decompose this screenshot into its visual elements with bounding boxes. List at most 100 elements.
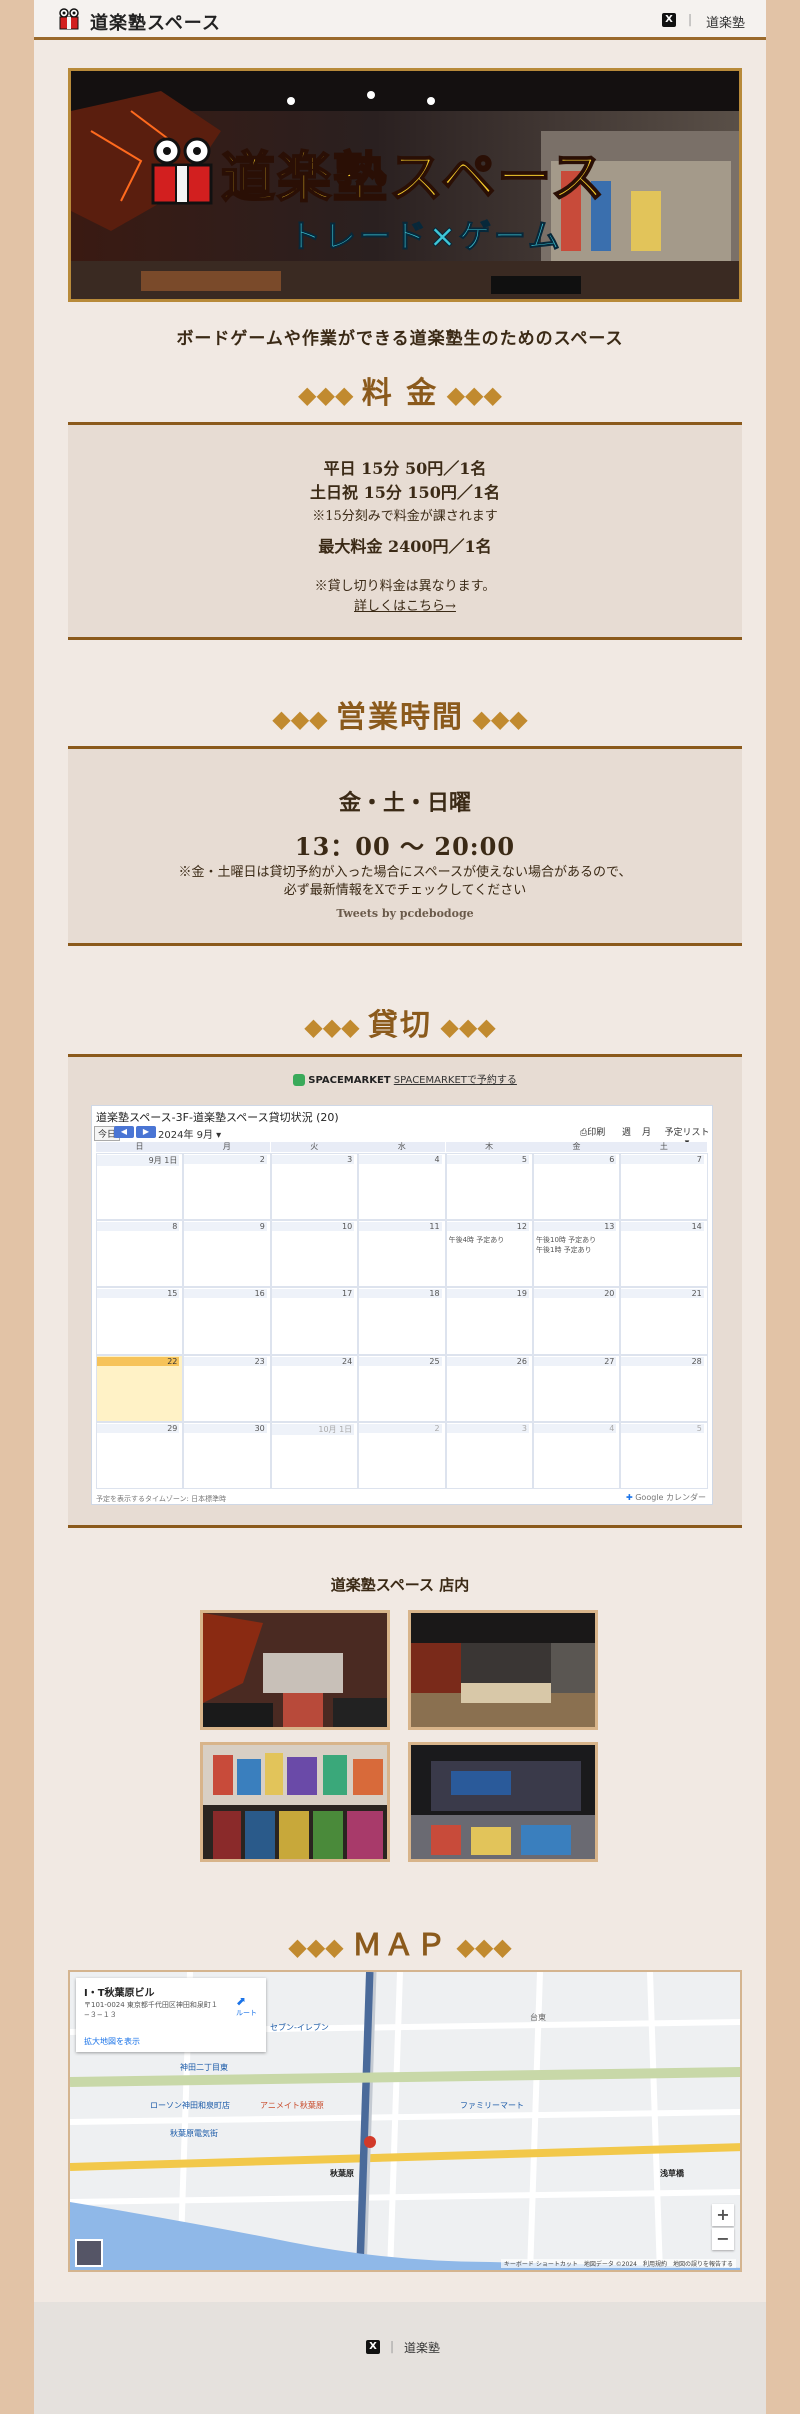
map-label-2: ローソン神田和泉町店 [150, 2101, 230, 2110]
calendar-weekday: 日 [96, 1142, 183, 1152]
calendar-month-select[interactable]: 2024年 9月 ▾ [158, 1126, 221, 1141]
calendar-month-tab[interactable]: 月 [642, 1125, 651, 1138]
nav-link-dorakujuku[interactable]: 道楽塾 [706, 12, 745, 31]
calendar-day-cell[interactable]: 19 [445, 1287, 533, 1355]
tweets-link[interactable]: Tweets by pcdebodoge [336, 907, 473, 920]
calendar-day-number: 9月 1日 [97, 1155, 180, 1166]
calendar-day-cell[interactable]: 26 [445, 1354, 533, 1422]
gallery-photo-2[interactable] [408, 1610, 598, 1730]
price-note-charter: ※貸し切り料金は異なります。 [314, 579, 496, 594]
calendar-day-cell[interactable]: 5 [445, 1153, 533, 1221]
map-zoom-in-button[interactable]: + [712, 2204, 734, 2226]
calendar-day-cell[interactable]: 27 [533, 1354, 621, 1422]
calendar-day-cell[interactable]: 22 [96, 1354, 184, 1422]
calendar-day-number: 6 [534, 1155, 617, 1164]
calendar-day-number: 5 [446, 1155, 529, 1164]
calendar-day-cell[interactable]: 2 [358, 1421, 446, 1489]
calendar-grid: 9月 1日 2 3 4 5 6 7 8 9 10 11 12 午後4時 予定あり 13 午後10時 予定あり… [96, 1153, 708, 1489]
map-heading: ◆◆◆ ＭＡＰ ◆◆◆ [34, 1920, 766, 1964]
calendar-day-cell[interactable]: 4 [358, 1153, 446, 1221]
calendar-day-cell[interactable]: 7 [620, 1153, 708, 1221]
x-logo-icon[interactable]: X [662, 13, 676, 27]
calendar-event[interactable]: 午後10時 予定あり [536, 1235, 596, 1245]
diamond-icons-right: ◆◆◆ [438, 380, 502, 409]
calendar-day-number: 10 [271, 1222, 355, 1232]
site-title[interactable]: 道楽塾スペース [90, 9, 221, 35]
calendar-prev-button[interactable]: ◀ [114, 1126, 134, 1138]
price-max: 最大料金 2400円／1名 [318, 537, 492, 556]
calendar-day-cell[interactable]: 30 [183, 1421, 271, 1489]
calendar-weekday-row: 日月火水木金土 [96, 1142, 708, 1152]
calendar-day-cell[interactable]: 9 [183, 1220, 271, 1288]
map-label-0: 秋葉原 [330, 2169, 354, 2178]
calendar-next-button[interactable]: ▶ [136, 1126, 156, 1138]
map-route-button[interactable]: ⬈ ルート [236, 1994, 257, 2018]
calendar-day-number: 21 [621, 1289, 704, 1299]
calendar-day-cell[interactable]: 3 [445, 1421, 533, 1489]
calendar-event[interactable]: 午後4時 予定あり [449, 1235, 505, 1245]
calendar-day-cell[interactable]: 9月 1日 [96, 1153, 184, 1221]
calendar-print-button[interactable]: ⎙印刷 [580, 1125, 605, 1138]
spacemarket-row: SPACEMARKET SPACEMARKETで予約する [68, 1071, 742, 1086]
gallery-photo-3[interactable] [200, 1742, 390, 1862]
calendar-day-cell[interactable]: 14 [620, 1220, 708, 1288]
gallery-photo-4[interactable] [408, 1742, 598, 1862]
footer-link-dorakujuku[interactable]: 道楽塾 [404, 2339, 440, 2356]
hero-title: 道楽塾スペース [220, 144, 607, 210]
charter-heading: ◆◆◆ 貸切 ◆◆◆ [34, 1000, 766, 1044]
calendar-day-cell[interactable]: 15 [96, 1287, 184, 1355]
calendar-weekday: 木 [445, 1142, 533, 1152]
calendar-day-cell[interactable]: 16 [183, 1287, 271, 1355]
business-days: 金・土・日曜 [338, 790, 471, 816]
map-larger-link[interactable]: 拡大地図を表示 [84, 2036, 140, 2047]
calendar-day-cell[interactable]: 25 [358, 1354, 446, 1422]
calendar-day-cell[interactable]: 29 [96, 1421, 184, 1489]
availability-calendar: 道楽塾スペース-3F-道楽塾スペース貸切状況 (20) 今日 ◀ ▶ 2024年… [91, 1105, 713, 1505]
google-map[interactable]: 神田二丁目東 ローソン神田和泉町店 アニメイト秋葉原 ファミリーマート セブン-… [68, 1970, 742, 2272]
spacemarket-brand: SPACEMARKET [308, 1075, 391, 1086]
calendar-day-number: 18 [359, 1289, 442, 1299]
calendar-day-number: 30 [184, 1423, 267, 1433]
map-zoom-out-button[interactable]: − [712, 2228, 734, 2250]
gallery-photo-1[interactable] [200, 1610, 390, 1730]
spacemarket-reserve-link[interactable]: SPACEMARKETで予約する [394, 1075, 517, 1086]
photo-games-shelf [203, 1745, 387, 1859]
calendar-day-cell[interactable]: 11 [358, 1220, 446, 1288]
calendar-day-cell[interactable]: 2 [183, 1153, 271, 1221]
pricing-heading-text: 料 金 [361, 376, 439, 411]
calendar-week-tab[interactable]: 週 [622, 1125, 631, 1138]
x-logo-icon[interactable]: X [366, 2340, 380, 2354]
google-calendar-link[interactable]: ✚ Google カレンダー [626, 1492, 706, 1503]
calendar-day-cell[interactable]: 12 午後4時 予定あり [445, 1220, 533, 1288]
calendar-day-cell[interactable]: 3 [270, 1153, 359, 1221]
calendar-day-cell[interactable]: 28 [620, 1354, 708, 1422]
calendar-day-number: 17 [271, 1289, 355, 1299]
frog-logo-icon[interactable] [58, 8, 80, 30]
calendar-day-number: 3 [271, 1155, 355, 1164]
calendar-title: 道楽塾スペース-3F-道楽塾スペース貸切状況 (20) [96, 1111, 339, 1124]
calendar-day-number: 9 [184, 1222, 267, 1232]
calendar-day-cell[interactable]: 5 [620, 1421, 708, 1489]
calendar-day-cell[interactable]: 23 [183, 1354, 271, 1422]
calendar-day-cell[interactable]: 8 [96, 1220, 184, 1288]
calendar-event[interactable]: 午後1時 予定あり [536, 1245, 592, 1255]
calendar-day-cell[interactable]: 10 [270, 1220, 359, 1288]
site-footer: X | 道楽塾 [34, 2302, 766, 2414]
map-label-4: ファミリーマート [460, 2101, 524, 2110]
calendar-day-cell[interactable]: 10月 1日 [270, 1421, 359, 1489]
calendar-day-cell[interactable]: 18 [358, 1287, 446, 1355]
calendar-day-cell[interactable]: 21 [620, 1287, 708, 1355]
calendar-day-cell[interactable]: 6 [533, 1153, 621, 1221]
calendar-day-cell[interactable]: 13 午後10時 予定あり 午後1時 予定あり [533, 1220, 621, 1288]
diamond-icons-right: ◆◆◆ [448, 1932, 512, 1961]
calendar-day-cell[interactable]: 17 [270, 1287, 359, 1355]
calendar-day-cell[interactable]: 20 [533, 1287, 621, 1355]
map-place-name: I・T秋葉原ビル [84, 1988, 155, 1999]
calendar-day-number: 27 [534, 1356, 617, 1366]
calendar-day-cell[interactable]: 24 [270, 1354, 359, 1422]
calendar-day-cell[interactable]: 4 [533, 1421, 621, 1489]
calendar-day-number: 20 [534, 1289, 617, 1299]
tweets-link-row: Tweets by pcdebodoge [68, 907, 742, 920]
pricing-details-link[interactable]: 詳しくはこちら→ [354, 599, 456, 614]
map-route-label: ルート [236, 2009, 257, 2017]
